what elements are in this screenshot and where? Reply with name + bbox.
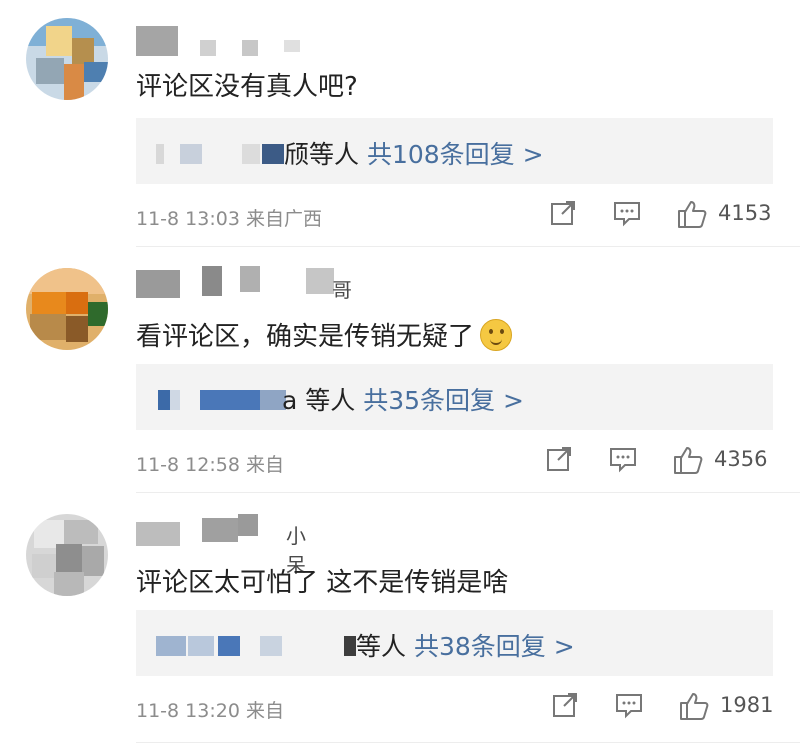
comment-actions: 4356 [540,444,780,480]
share-icon[interactable] [548,198,578,228]
comment-meta: 11-8 13:20 来自 [136,696,284,723]
comment-item: 哥 看评论区，确实是传销无疑了 a 等人 共35条回复 > 11-8 12:58… [0,246,800,493]
comment-time: 11-8 13:20 [136,700,240,722]
replies-names: 颀等人 [284,140,360,169]
username-partial: 哥 [332,278,352,302]
like-icon[interactable] [678,690,710,722]
replies-summary[interactable]: 等人 共38条回复 > [356,627,575,663]
replies-summary[interactable]: 颀等人 共108条回复 > [284,135,544,171]
replies-names: a 等人 [282,386,356,415]
replies-count-link[interactable]: 共38条回复 > [414,632,575,661]
like-icon[interactable] [672,444,704,476]
comment-icon[interactable] [614,690,644,720]
comment-location: 来自 [245,454,284,476]
avatar[interactable] [26,268,108,350]
share-icon[interactable] [544,444,574,474]
comment-icon[interactable] [612,198,642,228]
comment-location: 来自广西 [245,208,322,230]
replies-box[interactable]: 颀等人 共108条回复 > [136,118,773,184]
replies-count-link[interactable]: 共108条回复 > [367,140,544,169]
comment-location: 来自 [245,700,284,722]
avatar[interactable] [26,18,108,100]
comment-text: 评论区太可怕了 这不是传销是啥 [136,568,509,598]
like-count: 4153 [718,201,772,225]
comment-time: 11-8 13:03 [136,208,240,230]
comment-item: 评论区没有真人吧? 颀等人 共108条回复 > 11-8 13:03 来自广西 … [0,0,800,247]
avatar[interactable] [26,514,108,596]
divider [136,742,800,743]
replies-box[interactable]: 等人 共38条回复 > [136,610,773,676]
replies-names: 等人 [356,632,407,661]
share-icon[interactable] [550,690,580,720]
like-count: 1981 [720,693,774,717]
comment-item: 小呆 评论区太可怕了 这不是传销是啥 等人 共38条回复 > 11-8 13:2… [0,492,800,754]
thinking-emoji-icon [480,319,513,351]
comment-actions: 4153 [540,198,780,234]
comment-actions: 1981 [540,690,780,726]
comment-text-content: 看评论区，确实是传销无疑了 [136,322,475,352]
comment-text: 评论区没有真人吧? [136,72,358,102]
comment-meta: 11-8 12:58 来自 [136,450,284,477]
comment-time: 11-8 12:58 [136,454,240,476]
replies-count-link[interactable]: 共35条回复 > [363,386,524,415]
comment-icon[interactable] [608,444,638,474]
replies-box[interactable]: a 等人 共35条回复 > [136,364,773,430]
comment-meta: 11-8 13:03 来自广西 [136,204,322,231]
replies-summary[interactable]: a 等人 共35条回复 > [282,381,524,417]
like-count: 4356 [714,447,768,471]
like-icon[interactable] [676,198,708,230]
comment-text: 看评论区，确实是传销无疑了 [136,316,513,353]
